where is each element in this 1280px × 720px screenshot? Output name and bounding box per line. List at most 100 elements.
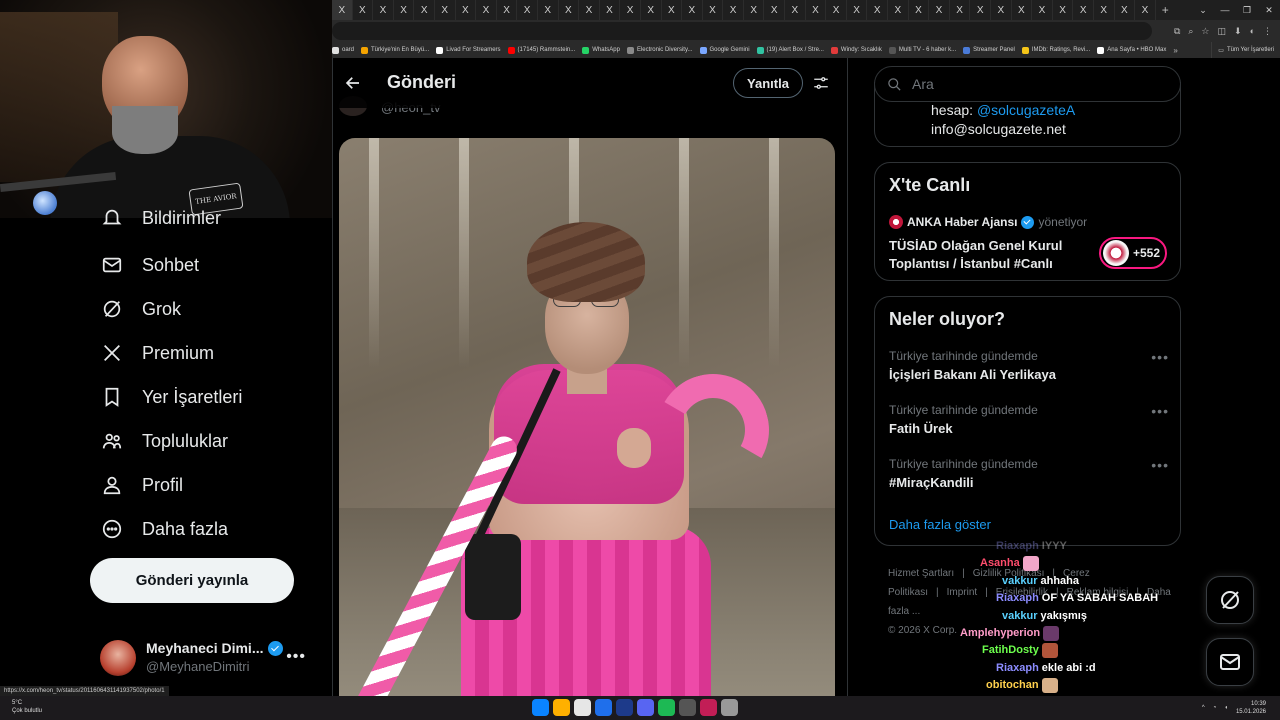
- nav-item-chat[interactable]: Sohbet: [100, 250, 199, 280]
- bookmark-item[interactable]: (17145) Rammstein...: [507, 46, 575, 54]
- bookmark-item[interactable]: Streamer Panel: [963, 46, 1015, 54]
- zoom-icon[interactable]: ⌕: [1188, 26, 1193, 37]
- clock[interactable]: 10:39 15.01.2026: [1236, 700, 1266, 716]
- browser-tab[interactable]: X: [888, 0, 909, 20]
- nav-item-premium[interactable]: Premium: [100, 338, 214, 368]
- trend-more-icon[interactable]: •••: [1151, 403, 1169, 419]
- browser-tab[interactable]: X: [950, 0, 971, 20]
- bookmark-item[interactable]: Google Gemini: [699, 46, 750, 54]
- grok-fab[interactable]: [1206, 576, 1254, 624]
- browser-tab[interactable]: X: [703, 0, 724, 20]
- taskbar-app-icon[interactable]: [658, 699, 675, 716]
- browser-tab[interactable]: X: [909, 0, 930, 20]
- browser-tab[interactable]: X: [929, 0, 950, 20]
- wifi-icon[interactable]: ◔: [1213, 705, 1217, 711]
- browser-tab[interactable]: X: [600, 0, 621, 20]
- browser-tab[interactable]: X: [1012, 0, 1033, 20]
- bookmark-item[interactable]: WhatsApp: [582, 46, 620, 54]
- browser-tab[interactable]: X: [414, 0, 435, 20]
- nav-item-more[interactable]: Daha fazla: [100, 514, 228, 544]
- reply-button[interactable]: Yanıtla: [733, 68, 803, 98]
- browser-tab[interactable]: X: [517, 0, 538, 20]
- bookmark-item[interactable]: Ana Sayfa • HBO Max: [1097, 46, 1166, 54]
- browser-tab[interactable]: X: [785, 0, 806, 20]
- more-dots-icon[interactable]: •••: [286, 648, 306, 666]
- live-source[interactable]: ANKA Haber Ajansı yönetiyor: [889, 215, 1087, 229]
- browser-tab[interactable]: X: [476, 0, 497, 20]
- account-switcher[interactable]: Meyhaneci Dimi... @MeyhaneDimitri •••: [100, 636, 310, 680]
- trend-more-icon[interactable]: •••: [1151, 349, 1169, 365]
- search-input[interactable]: Ara: [874, 66, 1181, 102]
- browser-tab[interactable]: X: [620, 0, 641, 20]
- new-tab-button[interactable]: +: [1162, 3, 1176, 17]
- bookmark-item[interactable]: Türkiye'nin En Büyü...: [361, 46, 429, 54]
- post-button[interactable]: Gönderi yayınla: [90, 558, 294, 603]
- taskbar-app-icon[interactable]: [616, 699, 633, 716]
- taskbar-app-icon[interactable]: [532, 699, 549, 716]
- minimize-button[interactable]: —: [1214, 0, 1236, 20]
- trend-item[interactable]: Türkiye tarihinde gündemde Fatih Ürek ••…: [889, 403, 1169, 443]
- browser-tab[interactable]: X: [847, 0, 868, 20]
- bookmark-item[interactable]: Windy: Sıcaklık: [830, 46, 882, 54]
- taskbar-app-icon[interactable]: [679, 699, 696, 716]
- browser-tab[interactable]: X: [991, 0, 1012, 20]
- tray-expand-icon[interactable]: ^: [1202, 705, 1205, 711]
- filter-settings-button[interactable]: [809, 71, 833, 95]
- install-icon[interactable]: ⧉: [1174, 26, 1180, 37]
- browser-tab[interactable]: X: [1053, 0, 1074, 20]
- browser-tab[interactable]: X: [723, 0, 744, 20]
- browser-tab[interactable]: X: [1115, 0, 1136, 20]
- bookmark-item[interactable]: (19) Alert Box / Stre...: [756, 46, 824, 54]
- post-image[interactable]: [339, 138, 835, 696]
- live-event-title[interactable]: TÜSİAD Olağan Genel Kurul Toplantısı / İ…: [889, 237, 1099, 273]
- bookmark-item[interactable]: Electronic Diversity...: [626, 46, 693, 54]
- browser-tab[interactable]: X: [826, 0, 847, 20]
- taskbar-app-icon[interactable]: [553, 699, 570, 716]
- browser-tab[interactable]: X: [662, 0, 683, 20]
- browser-tab[interactable]: X: [1135, 0, 1156, 20]
- download-icon[interactable]: ⬇: [1234, 26, 1242, 37]
- live-listeners-badge[interactable]: +552: [1099, 237, 1167, 269]
- browser-tab[interactable]: X: [764, 0, 786, 20]
- browser-tab[interactable]: X: [373, 0, 394, 20]
- browser-tab[interactable]: X: [538, 0, 559, 20]
- bookmark-item[interactable]: oard: [332, 46, 354, 54]
- browser-tab[interactable]: X: [559, 0, 580, 20]
- profile-icon[interactable]: ◐: [1250, 26, 1255, 36]
- browser-tab[interactable]: X: [867, 0, 889, 20]
- browser-tab[interactable]: X: [641, 0, 662, 20]
- bookmark-item[interactable]: Livad For Streamers: [436, 46, 501, 54]
- extensions-icon[interactable]: ◫: [1218, 26, 1227, 37]
- taskbar-app-icon[interactable]: [637, 699, 654, 716]
- address-field[interactable]: [332, 22, 1152, 40]
- bookmark-item[interactable]: IMDb: Ratings, Revi...: [1021, 46, 1090, 54]
- maximize-button[interactable]: ❐: [1236, 0, 1258, 20]
- browser-tab[interactable]: X: [353, 0, 374, 20]
- browser-tab[interactable]: X: [1094, 0, 1115, 20]
- bookmark-item[interactable]: Multi TV - 6 haber k...: [888, 46, 956, 54]
- nav-item-communities[interactable]: Topluluklar: [100, 426, 228, 456]
- browser-tab[interactable]: X: [1073, 0, 1094, 20]
- browser-tab[interactable]: X: [332, 0, 353, 20]
- browser-tab[interactable]: X: [435, 0, 456, 20]
- back-button[interactable]: [339, 69, 367, 97]
- nav-item-grok[interactable]: Grok: [100, 294, 181, 324]
- taskbar-app-icon[interactable]: [721, 699, 738, 716]
- browser-menu-icon[interactable]: ⋮: [1263, 26, 1272, 37]
- all-bookmarks-button[interactable]: ▭ Tüm Yer İşaretleri: [1211, 42, 1280, 58]
- show-more-link[interactable]: Daha fazla göster: [889, 517, 991, 532]
- nav-item-notifications[interactable]: Bildirimler: [100, 208, 221, 228]
- browser-tab[interactable]: X: [579, 0, 600, 20]
- star-icon[interactable]: ☆: [1201, 26, 1209, 37]
- browser-tab[interactable]: X: [497, 0, 518, 20]
- browser-tab[interactable]: X: [744, 0, 765, 20]
- browser-tab[interactable]: X: [394, 0, 415, 20]
- taskbar-app-icon[interactable]: [595, 699, 612, 716]
- tab-search-icon[interactable]: ⌄: [1192, 0, 1214, 20]
- taskbar-app-icon[interactable]: [700, 699, 717, 716]
- trend-item[interactable]: Türkiye tarihinde gündemde İçişleri Baka…: [889, 349, 1169, 389]
- weather-widget[interactable]: 5°C Çok bulutlu: [12, 699, 42, 715]
- browser-tab[interactable]: X: [456, 0, 477, 20]
- volume-icon[interactable]: ◖: [1224, 705, 1228, 711]
- close-window-button[interactable]: ✕: [1258, 0, 1280, 20]
